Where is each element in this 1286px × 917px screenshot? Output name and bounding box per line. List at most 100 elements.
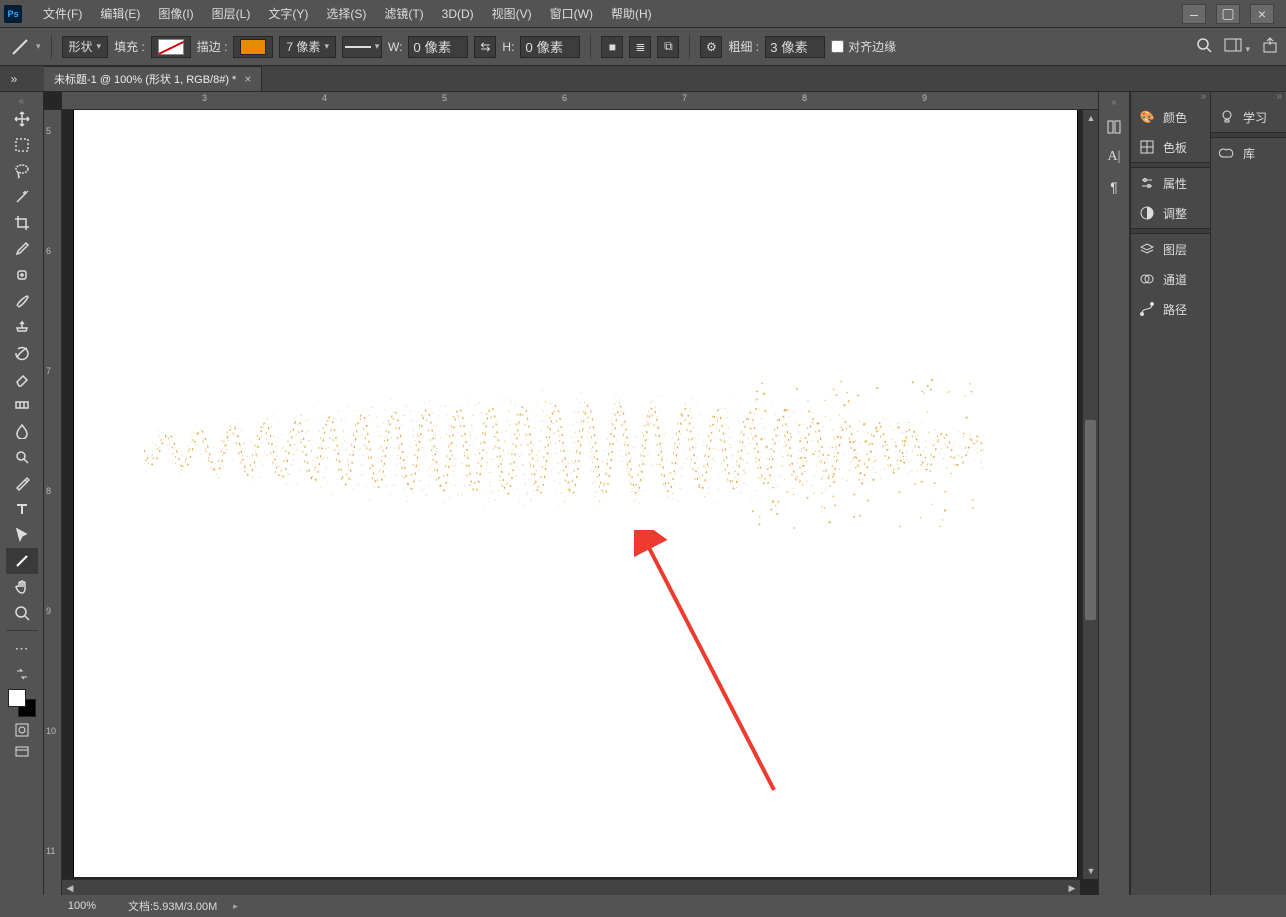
horizontal-scrollbar[interactable]: ◀ ▶ [62, 879, 1080, 895]
weight-input[interactable] [765, 36, 825, 58]
tool-path-selection[interactable] [6, 522, 38, 548]
panel-color[interactable]: 🎨 颜色 [1131, 102, 1210, 132]
tool-clone-stamp[interactable] [6, 314, 38, 340]
panel-paths[interactable]: 路径 [1131, 294, 1210, 324]
canvas-viewport[interactable] [62, 110, 1080, 877]
tool-lasso[interactable] [6, 158, 38, 184]
width-input[interactable] [408, 36, 468, 58]
vertical-scrollbar[interactable]: ▲ ▼ [1082, 110, 1098, 879]
tool-gradient[interactable] [6, 392, 38, 418]
panel-swatches[interactable]: 色板 [1131, 132, 1210, 162]
panel-adjustments[interactable]: 调整 [1131, 198, 1210, 228]
document-tabbar: » 未标题-1 @ 100% (形状 1, RGB/8#) * × [0, 66, 1286, 92]
tool-marquee[interactable] [6, 132, 38, 158]
panel-properties[interactable]: 属性 [1131, 168, 1210, 198]
ruler-horizontal[interactable]: 3 4 5 6 7 8 9 [62, 92, 1098, 110]
tabbar-collapse-icon[interactable]: » [4, 66, 24, 92]
tool-healing[interactable] [6, 262, 38, 288]
stroke-width-dropdown[interactable]: 7 像素 ▾ [279, 36, 336, 58]
scroll-up-icon[interactable]: ▲ [1083, 110, 1098, 126]
strip-collapse-icon[interactable]: « [1099, 98, 1129, 108]
dock-collapse-icon[interactable]: » [1131, 92, 1210, 102]
menu-filter[interactable]: 滤镜(T) [375, 0, 432, 28]
chevron-down-icon: ▾ [324, 41, 329, 52]
share-icon[interactable] [1262, 37, 1278, 56]
tool-preset-icon[interactable] [10, 37, 30, 57]
path-operations-icon[interactable]: ■ [601, 36, 623, 58]
tool-pen[interactable] [6, 470, 38, 496]
tool-line[interactable] [6, 548, 38, 574]
character-icon[interactable]: A| [1103, 146, 1125, 168]
tool-history-brush[interactable] [6, 340, 38, 366]
tool-zoom[interactable] [6, 600, 38, 626]
menu-layer[interactable]: 图层(L) [203, 0, 260, 28]
align-edges-checkbox[interactable]: 对齐边缘 [831, 38, 896, 55]
panel-layers[interactable]: 图层 [1131, 234, 1210, 264]
tool-preset-dropdown-icon[interactable]: ▾ [36, 41, 41, 52]
doc-size-readout[interactable]: 文档:5.93M/3.00M [128, 898, 217, 914]
tool-move[interactable] [6, 106, 38, 132]
toolbox-collapse-icon[interactable]: « [19, 96, 25, 106]
document-tab[interactable]: 未标题-1 @ 100% (形状 1, RGB/8#) * × [44, 66, 262, 91]
status-flyout-icon[interactable]: ▸ [233, 901, 238, 912]
scroll-right-icon[interactable]: ▶ [1064, 880, 1080, 895]
menu-3d[interactable]: 3D(D) [433, 0, 483, 28]
gear-icon[interactable]: ⚙ [700, 36, 722, 58]
layers-icon [1139, 241, 1155, 257]
menu-select[interactable]: 选择(S) [317, 0, 375, 28]
tool-dodge[interactable] [6, 444, 38, 470]
window-maximize-icon[interactable]: ▢ [1216, 4, 1240, 24]
scroll-left-icon[interactable]: ◀ [62, 880, 78, 895]
stroke-picker[interactable] [233, 36, 273, 58]
panel-libraries[interactable]: 库 [1211, 138, 1286, 168]
menu-type[interactable]: 文字(Y) [259, 0, 317, 28]
tool-edit-toolbar[interactable]: ⋯ [6, 635, 38, 661]
tool-eyedropper[interactable] [6, 236, 38, 262]
tool-magic-wand[interactable] [6, 184, 38, 210]
scroll-down-icon[interactable]: ▼ [1083, 863, 1098, 879]
foreground-color-swatch[interactable] [8, 689, 26, 707]
cc-libraries-icon [1219, 145, 1235, 161]
tool-brush[interactable] [6, 288, 38, 314]
tool-type[interactable] [6, 496, 38, 522]
tool-hand[interactable] [6, 574, 38, 600]
screen-mode-icon[interactable] [12, 743, 32, 761]
menu-help[interactable]: 帮助(H) [602, 0, 661, 28]
tool-crop[interactable] [6, 210, 38, 236]
history-icon[interactable] [1103, 116, 1125, 138]
menu-edit[interactable]: 编辑(E) [91, 0, 149, 28]
workspace-switcher-icon[interactable]: ▾ [1224, 38, 1250, 55]
paragraph-icon[interactable]: ¶ [1103, 176, 1125, 198]
swap-colors-icon[interactable] [12, 665, 32, 683]
stroke-style-dropdown[interactable]: ▾ [342, 36, 382, 58]
ruler-tick: 7 [682, 93, 687, 103]
dock-collapse-icon[interactable]: » [1211, 92, 1286, 102]
tool-blur[interactable] [6, 418, 38, 444]
panel-learn[interactable]: 学习 [1211, 102, 1286, 132]
path-arrange-icon[interactable]: ⧉ [657, 36, 679, 58]
path-align-icon[interactable]: ≣ [629, 36, 651, 58]
tool-eraser[interactable] [6, 366, 38, 392]
menu-window[interactable]: 窗口(W) [541, 0, 602, 28]
lightbulb-icon [1219, 109, 1235, 125]
panel-channels[interactable]: 通道 [1131, 264, 1210, 294]
height-input[interactable] [520, 36, 580, 58]
zoom-level[interactable]: 100% [52, 900, 112, 912]
menu-view[interactable]: 视图(V) [483, 0, 541, 28]
close-tab-icon[interactable]: × [244, 72, 251, 86]
window-close-icon[interactable]: × [1250, 4, 1274, 24]
shape-mode-dropdown[interactable]: 形状 ▾ [62, 36, 109, 58]
link-wh-icon[interactable]: ⇆ [474, 36, 496, 58]
menu-file[interactable]: 文件(F) [34, 0, 91, 28]
document-canvas[interactable] [74, 110, 1077, 877]
window-minimize-icon[interactable]: – [1182, 4, 1206, 24]
menu-image[interactable]: 图像(I) [149, 0, 202, 28]
quick-mask-icon[interactable] [12, 721, 32, 739]
search-icon[interactable] [1196, 37, 1212, 56]
ruler-tick: 8 [46, 486, 51, 496]
color-swatches[interactable] [8, 689, 36, 717]
fill-picker[interactable] [151, 36, 191, 58]
ruler-vertical[interactable]: 5 6 7 8 9 10 11 [44, 110, 62, 895]
divider [6, 630, 38, 631]
scroll-thumb[interactable] [1085, 420, 1096, 620]
